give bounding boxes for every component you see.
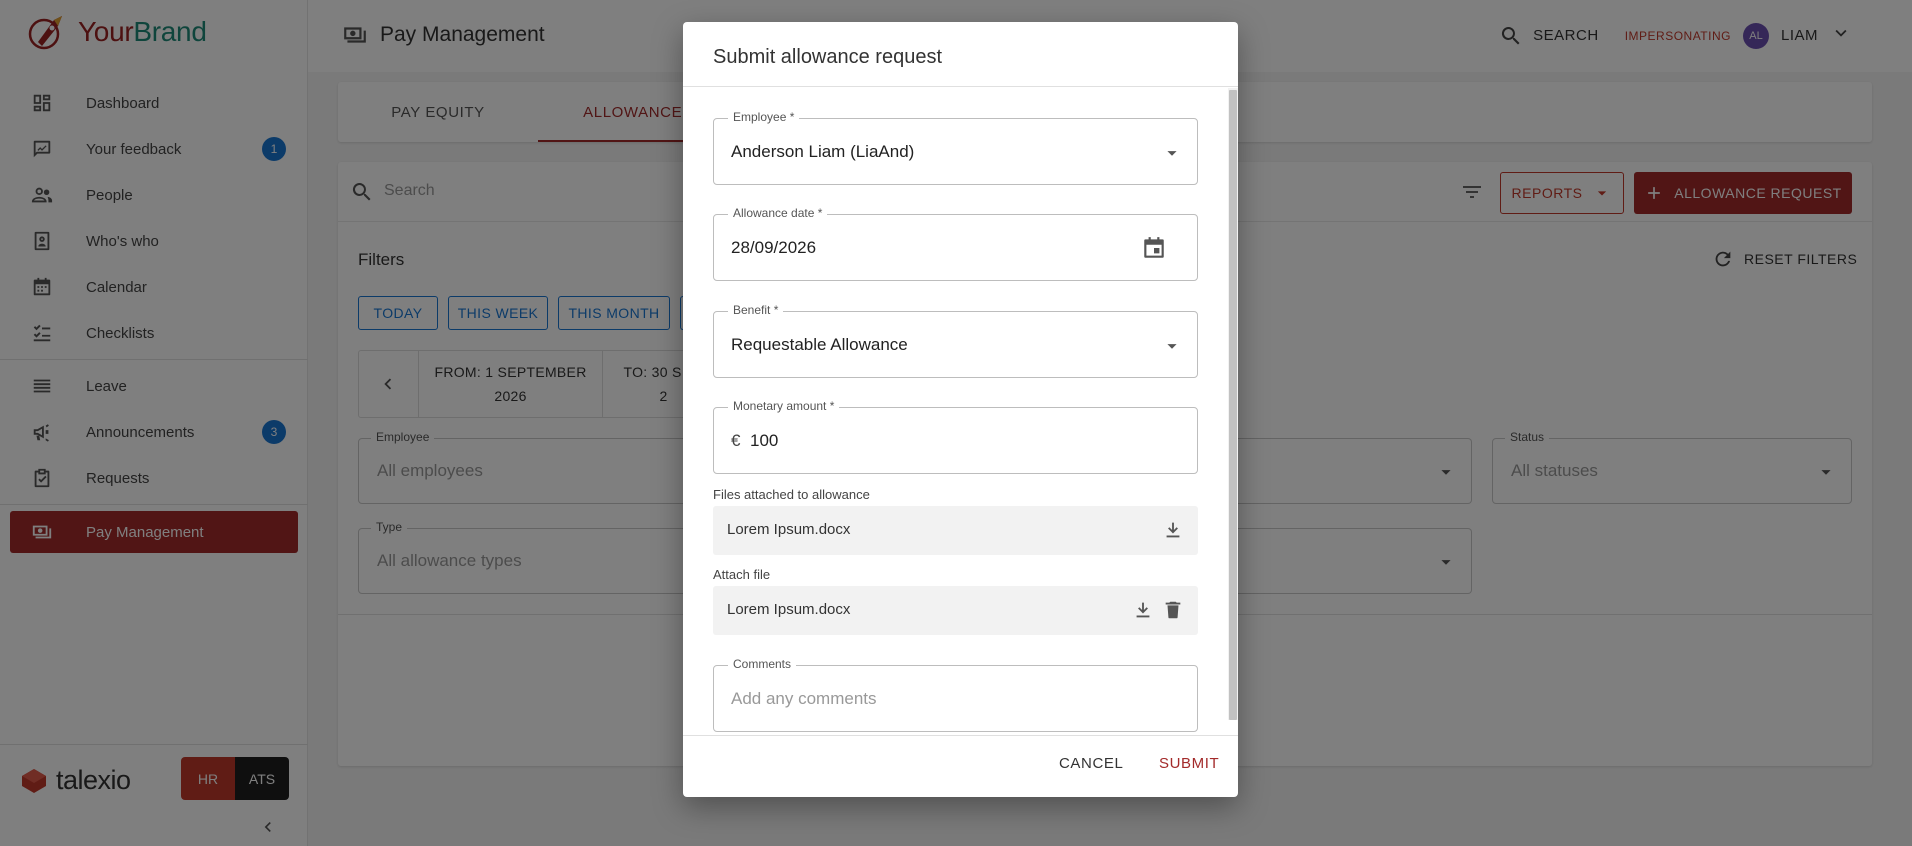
benefit-select[interactable]: Benefit * Requestable Allowance <box>713 303 1198 378</box>
file-name: Lorem Ipsum.docx <box>727 521 851 538</box>
allowance-date-field[interactable]: Allowance date * 28/09/2026 <box>713 206 1198 281</box>
delete-icon[interactable] <box>1162 599 1184 621</box>
amount-value: 100 <box>750 431 779 450</box>
scrollbar-thumb[interactable] <box>1229 90 1237 720</box>
caret-down-icon <box>1167 151 1177 156</box>
cancel-button[interactable]: CANCEL <box>1059 755 1123 772</box>
download-icon[interactable] <box>1132 599 1154 621</box>
monetary-amount-field[interactable]: Monetary amount * € 100 <box>713 399 1198 474</box>
dialog-scrollbar[interactable] <box>1228 88 1238 720</box>
caret-down-icon <box>1167 344 1177 349</box>
comments-field[interactable]: Comments Add any comments <box>713 657 1198 732</box>
calendar-icon[interactable] <box>1141 235 1167 261</box>
attach-file-label: Attach file <box>713 567 771 582</box>
submit-button[interactable]: SUBMIT <box>1159 755 1219 772</box>
allowance-request-dialog: Submit allowance request Employee * Ande… <box>683 22 1238 797</box>
file-name: Lorem Ipsum.docx <box>727 601 851 618</box>
download-icon[interactable] <box>1162 519 1184 541</box>
files-attached-label: Files attached to allowance <box>713 487 870 502</box>
new-file-row: Lorem Ipsum.docx <box>713 586 1198 635</box>
attached-file-row: Lorem Ipsum.docx <box>713 506 1198 555</box>
dialog-title: Submit allowance request <box>713 46 943 68</box>
currency-symbol: € <box>731 431 741 450</box>
dialog-footer-divider <box>683 735 1238 736</box>
dialog-header-divider <box>683 86 1238 87</box>
employee-select[interactable]: Employee * Anderson Liam (LiaAnd) <box>713 110 1198 185</box>
